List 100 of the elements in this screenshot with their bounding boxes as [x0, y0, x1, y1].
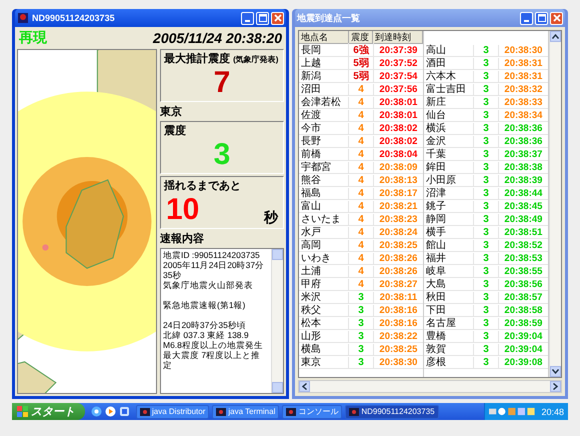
- intensity-cell: 3: [473, 96, 499, 108]
- arrival-time-cell-text: 20:38:44: [503, 188, 544, 198]
- program-icon: [349, 406, 360, 416]
- intensity-cell: 3: [473, 330, 499, 342]
- program-icon: [286, 406, 296, 416]
- place-name-cell-text: 敦賀: [425, 342, 447, 356]
- place-name-cell-text: 土浦: [300, 264, 322, 278]
- minimize-button[interactable]: [520, 12, 533, 24]
- place-name-cell-text: 宇都宮: [300, 160, 332, 174]
- intensity-cell: 5弱: [348, 69, 374, 83]
- place-name-cell-text: 佐渡: [300, 108, 322, 122]
- place-name-cell-text: 静岡: [425, 213, 447, 226]
- intensity-cell: 3: [473, 188, 499, 198]
- app-icon: [17, 12, 29, 24]
- scrollbar[interactable]: [271, 249, 283, 393]
- program-icon: [216, 406, 226, 416]
- arrival-time-cell-text: 20:38:58: [503, 304, 544, 316]
- arrival-time-cell-text: 20:38:02: [378, 136, 418, 146]
- arrival-time-cell-text: 20:38:01: [378, 96, 418, 108]
- intensity-cell: 3: [473, 148, 499, 160]
- place-name-cell-text: 小田原: [425, 174, 457, 187]
- horizontal-scrollbar[interactable]: [298, 380, 562, 393]
- place-name-cell-text: いわき: [300, 252, 332, 265]
- media-player-icon[interactable]: [105, 406, 116, 417]
- place-name-cell-text: 下田: [425, 304, 447, 317]
- intensity-value: 3: [214, 138, 230, 172]
- close-button[interactable]: [550, 12, 563, 24]
- place-name-cell-text: 横手: [425, 226, 447, 239]
- place-name-cell-text: 福島: [300, 186, 322, 200]
- arrival-time-cell-text: 20:38:13: [378, 174, 418, 186]
- place-name-cell-text: 水戸: [300, 226, 322, 239]
- maximize-button[interactable]: [535, 12, 548, 24]
- arrival-time-cell-text: 20:38:32: [503, 84, 544, 94]
- place-name-cell-text: 沼田: [300, 83, 322, 96]
- arrival-time-cell-text: 20:38:16: [378, 318, 418, 328]
- close-button[interactable]: [271, 12, 284, 24]
- arrival-time-cell-text: 20:38:36: [503, 136, 544, 146]
- arrival-time-cell-text: 20:37:54: [378, 70, 418, 82]
- taskbar-button[interactable]: ND99051124203735: [345, 404, 439, 418]
- location-label: 東京: [160, 104, 183, 119]
- column-header[interactable]: 到達時刻: [373, 31, 423, 43]
- place-name-cell-text: 高岡: [300, 238, 322, 252]
- window-title: 地震到達点一覧: [297, 12, 361, 24]
- countdown-value: 10: [166, 193, 200, 227]
- arrival-time-cell-text: 20:38:33: [503, 96, 544, 108]
- place-name-cell-text: 彦根: [425, 356, 447, 369]
- taskbar-button[interactable]: java Terminal: [212, 404, 280, 418]
- place-name-cell-text: 会津若松: [300, 96, 342, 109]
- max-intensity-label: 最大推計震度 (気象庁発表): [164, 52, 280, 66]
- arrival-time-cell-text: 20:38:55: [503, 266, 544, 276]
- intensity-cell: 3: [473, 110, 499, 120]
- intensity-cell: 4: [348, 162, 374, 172]
- intensity-cell: 3: [473, 200, 499, 212]
- arrival-time-cell-text: 20:38:49: [503, 214, 544, 224]
- column-header[interactable]: 地点名: [299, 31, 349, 43]
- arrival-time-cell-text: 20:38:31: [503, 58, 544, 68]
- intensity-cell: 3: [473, 226, 499, 238]
- intensity-cell: 3: [473, 84, 499, 94]
- close-icon: [552, 14, 560, 22]
- arrival-time-cell-text: 20:38:27: [378, 278, 418, 290]
- place-name-cell-text: 熊谷: [300, 174, 322, 187]
- place-name-cell-text: 銚子: [425, 200, 447, 213]
- report-text-area[interactable]: 地震ID :99051124203735 2005年11月24日20時37分35秒 気象庁地震火山部発表 緊急地震速報(第1報) 24日20時37分35秒頃 北緯 037.3 東経 138.9 M6.8程度以上の地震発生 最大震度 7程度以上と推定: [160, 248, 284, 394]
- intensity-cell: 4: [348, 226, 374, 238]
- arrival-time-cell-text: 20:38:25: [378, 240, 418, 250]
- intensity-cell: 4: [348, 148, 374, 160]
- place-name-cell-text: 館山: [425, 238, 447, 252]
- intensity-cell: 4: [348, 214, 374, 224]
- place-name-cell-text: 長岡: [300, 44, 322, 57]
- intensity-cell: 3: [348, 292, 374, 302]
- arrival-time-cell-text: 20:38:22: [378, 330, 418, 342]
- place-name-cell-text: さいたま: [300, 213, 342, 226]
- arrival-time-cell-text: 20:38:30: [503, 44, 544, 56]
- arrival-time-cell-text: 20:39:04: [503, 330, 544, 342]
- intensity-cell: 3: [473, 70, 499, 82]
- clock: 20:48: [541, 406, 564, 416]
- countdown-label: 揺れるまであと: [164, 178, 242, 193]
- scrollbar[interactable]: [549, 31, 561, 377]
- place-name-cell-text: 福井: [425, 252, 447, 265]
- place-name-cell-text: 米沢: [300, 290, 322, 304]
- intensity-cell: 4: [348, 188, 374, 198]
- taskbar-button[interactable]: コンソール: [282, 404, 342, 418]
- intensity-cell: 4: [348, 266, 374, 276]
- place-name-cell-text: 名古屋: [425, 316, 457, 330]
- column-header[interactable]: 震度: [349, 31, 373, 43]
- arrival-time-cell-text: 20:39:04: [503, 344, 544, 354]
- intensity-cell: 3: [473, 240, 499, 250]
- maximize-button[interactable]: [256, 12, 269, 24]
- place-name-cell-text: 横島: [300, 342, 322, 356]
- place-name-cell-text: 岐阜: [425, 264, 447, 278]
- minimize-button[interactable]: [241, 12, 254, 24]
- intensity-cell: 4: [348, 174, 374, 186]
- arrival-time-cell-text: 20:39:08: [503, 356, 544, 368]
- place-name-cell-text: 大島: [425, 278, 447, 291]
- arrival-time-cell-text: 20:38:26: [378, 252, 418, 264]
- place-name-cell-text: 山形: [300, 330, 322, 343]
- maximize-icon: [258, 14, 266, 22]
- arrival-time-cell-text: 20:38:21: [378, 200, 418, 212]
- place-name-cell-text: 甲府: [300, 278, 322, 291]
- taskbar-button[interactable]: java Distributor: [136, 404, 210, 418]
